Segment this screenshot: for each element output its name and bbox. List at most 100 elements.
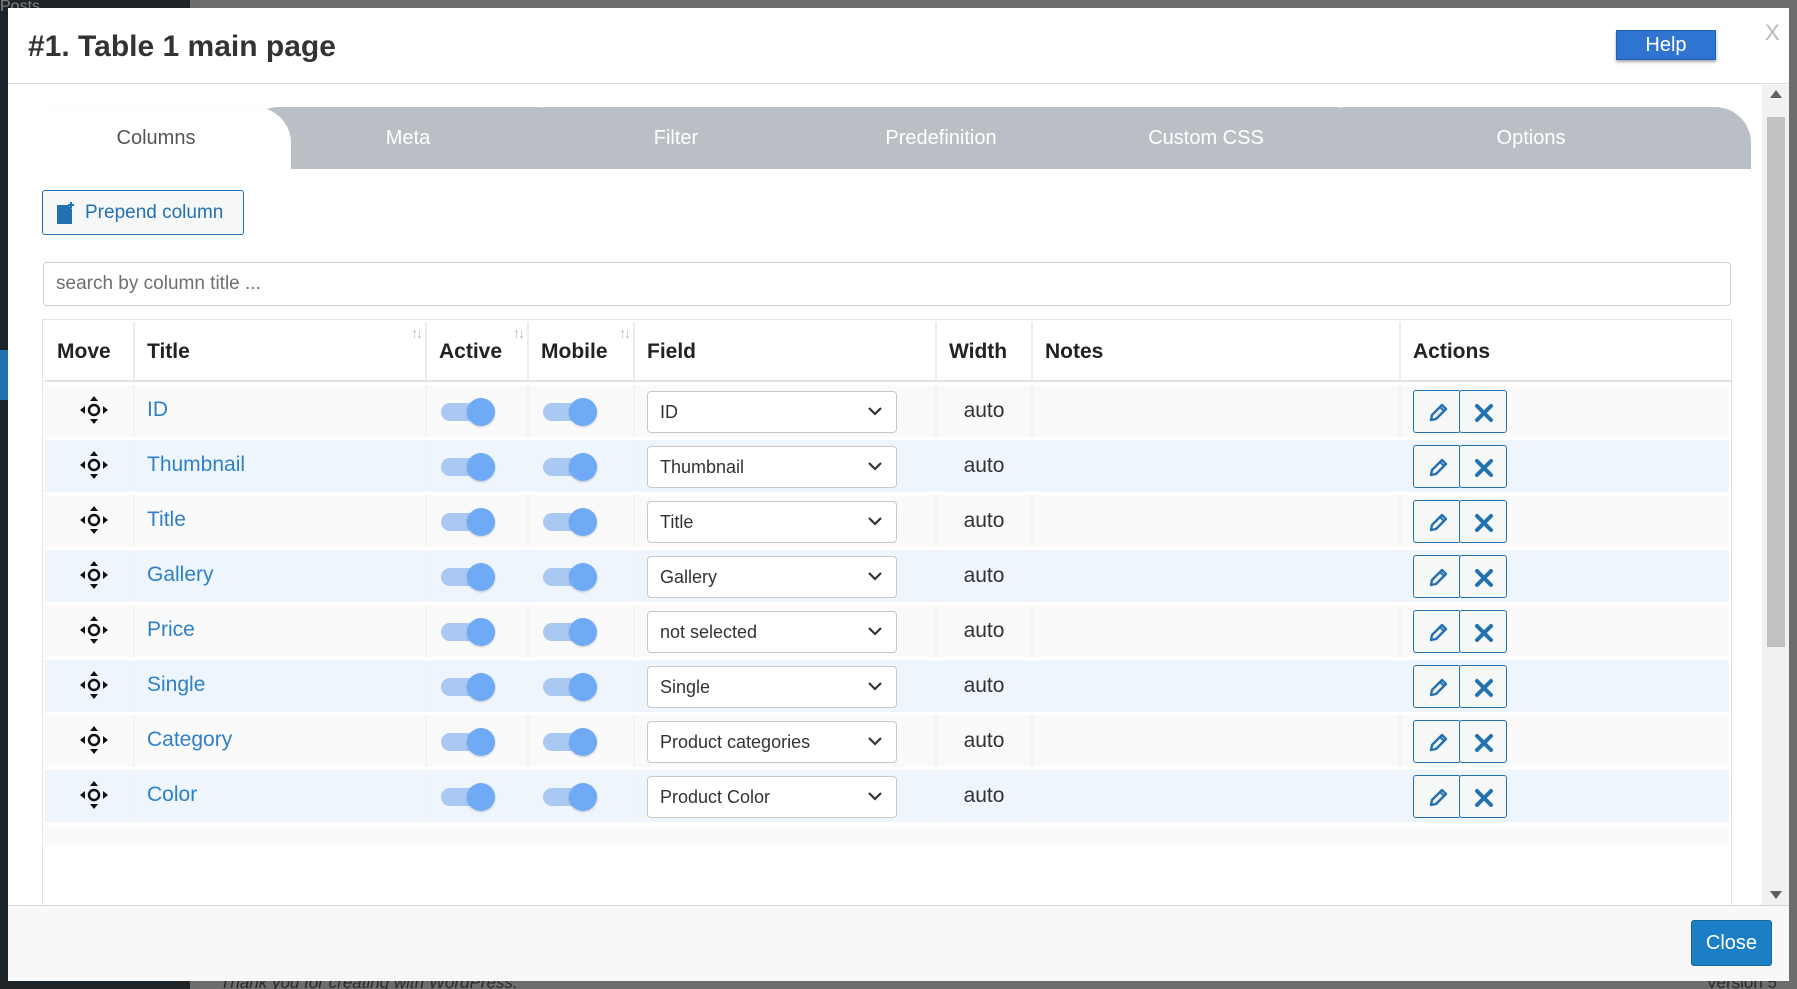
column-search-input[interactable] — [43, 262, 1731, 306]
title-cell: ID — [135, 385, 427, 437]
active-toggle[interactable] — [441, 618, 497, 646]
sort-arrows-icon[interactable]: ↑↓ — [619, 326, 631, 340]
tab-columns[interactable]: Columns — [21, 107, 291, 169]
move-cell — [45, 495, 135, 547]
title-cell: Price — [135, 605, 427, 657]
close-button[interactable]: Close — [1691, 920, 1772, 966]
move-handle-icon[interactable] — [79, 780, 109, 810]
mobile-toggle[interactable] — [543, 728, 599, 756]
field-select[interactable]: Single — [647, 666, 897, 708]
edit-button[interactable] — [1413, 720, 1461, 763]
tab-label: Options — [1496, 127, 1566, 149]
scroll-down-arrow-icon[interactable] — [1770, 891, 1782, 899]
edit-button[interactable] — [1413, 445, 1461, 488]
width-value: auto — [963, 564, 1005, 587]
mobile-toggle[interactable] — [543, 618, 599, 646]
header-title[interactable]: Title ↑↓ — [135, 322, 427, 382]
active-toggle[interactable] — [441, 783, 497, 811]
edit-button[interactable] — [1413, 665, 1461, 708]
field-select-value: Title — [660, 512, 694, 532]
field-select[interactable]: Title — [647, 501, 897, 543]
title-cell: Gallery — [135, 550, 427, 602]
mobile-toggle[interactable] — [543, 398, 599, 426]
toggle-knob — [569, 618, 597, 646]
move-handle-icon[interactable] — [79, 615, 109, 645]
prepend-column-label: Prepend column — [85, 202, 224, 223]
delete-button[interactable] — [1459, 720, 1507, 763]
table-row: Gallery Gallery auto — [45, 550, 1729, 602]
tab-meta[interactable]: Meta — [243, 107, 573, 169]
column-title-link[interactable]: Thumbnail — [147, 453, 245, 477]
column-title-link[interactable]: Gallery — [147, 563, 214, 587]
field-select[interactable]: Thumbnail — [647, 446, 897, 488]
notes-cell — [1033, 660, 1401, 712]
column-title-link[interactable]: Price — [147, 618, 195, 642]
scroll-up-arrow-icon[interactable] — [1770, 90, 1782, 98]
header-mobile[interactable]: Mobile ↑↓ — [529, 322, 635, 382]
move-handle-icon[interactable] — [79, 560, 109, 590]
mobile-toggle[interactable] — [543, 453, 599, 481]
field-select[interactable]: Product Color — [647, 776, 897, 818]
width-cell: auto — [937, 440, 1033, 492]
delete-button[interactable] — [1459, 390, 1507, 433]
delete-button[interactable] — [1459, 555, 1507, 598]
scrollbar-thumb[interactable] — [1767, 117, 1785, 647]
modal-scrollbar[interactable] — [1762, 85, 1789, 905]
mobile-cell — [529, 550, 635, 602]
modal-close-x-icon[interactable]: X — [1765, 20, 1780, 46]
move-handle-icon[interactable] — [79, 725, 109, 755]
sort-arrows-icon[interactable]: ↑↓ — [513, 326, 525, 340]
actions-cell — [1401, 495, 1729, 547]
active-toggle[interactable] — [441, 673, 497, 701]
tab-options[interactable]: Options — [1311, 107, 1751, 169]
field-select[interactable]: Gallery — [647, 556, 897, 598]
edit-button[interactable] — [1413, 555, 1461, 598]
width-value: auto — [963, 784, 1005, 807]
table-row: Thumbnail Thumbnail auto — [45, 440, 1729, 492]
table-row: Price not selected auto — [45, 605, 1729, 657]
column-title-link[interactable]: ID — [147, 398, 168, 422]
field-select[interactable]: not selected — [647, 611, 897, 653]
active-toggle[interactable] — [441, 728, 497, 756]
toggle-knob — [467, 618, 495, 646]
mobile-toggle[interactable] — [543, 783, 599, 811]
mobile-toggle[interactable] — [543, 673, 599, 701]
edit-button[interactable] — [1413, 390, 1461, 433]
active-toggle[interactable] — [441, 398, 497, 426]
header-active[interactable]: Active ↑↓ — [427, 322, 529, 382]
active-toggle[interactable] — [441, 563, 497, 591]
notes-cell — [1033, 440, 1401, 492]
move-handle-icon[interactable] — [79, 395, 109, 425]
column-title-link[interactable]: Title — [147, 508, 186, 532]
field-select[interactable]: ID — [647, 391, 897, 433]
delete-button[interactable] — [1459, 775, 1507, 818]
field-select[interactable]: Product categories — [647, 721, 897, 763]
delete-button[interactable] — [1459, 445, 1507, 488]
actions-cell — [1401, 660, 1729, 712]
modal-title: #1. Table 1 main page — [28, 30, 336, 63]
move-handle-icon[interactable] — [79, 670, 109, 700]
width-value: auto — [963, 509, 1005, 532]
active-toggle[interactable] — [441, 508, 497, 536]
field-select-value: Product Color — [660, 787, 771, 807]
sort-arrows-icon[interactable]: ↑↓ — [411, 326, 423, 340]
delete-button[interactable] — [1459, 665, 1507, 708]
edit-button[interactable] — [1413, 775, 1461, 818]
mobile-toggle[interactable] — [543, 563, 599, 591]
move-handle-icon[interactable] — [79, 505, 109, 535]
edit-button[interactable] — [1413, 610, 1461, 653]
column-title-link[interactable]: Color — [147, 783, 197, 807]
edit-button[interactable] — [1413, 500, 1461, 543]
prepend-column-button[interactable]: Prepend column — [42, 190, 244, 235]
header-field: Field — [635, 322, 937, 382]
mobile-toggle[interactable] — [543, 508, 599, 536]
width-value: auto — [963, 399, 1005, 422]
column-title-link[interactable]: Single — [147, 673, 205, 697]
help-button[interactable]: Help — [1616, 30, 1716, 60]
delete-button[interactable] — [1459, 610, 1507, 653]
active-toggle[interactable] — [441, 453, 497, 481]
column-title-link[interactable]: Category — [147, 728, 232, 752]
active-cell — [427, 440, 529, 492]
delete-button[interactable] — [1459, 500, 1507, 543]
move-handle-icon[interactable] — [79, 450, 109, 480]
